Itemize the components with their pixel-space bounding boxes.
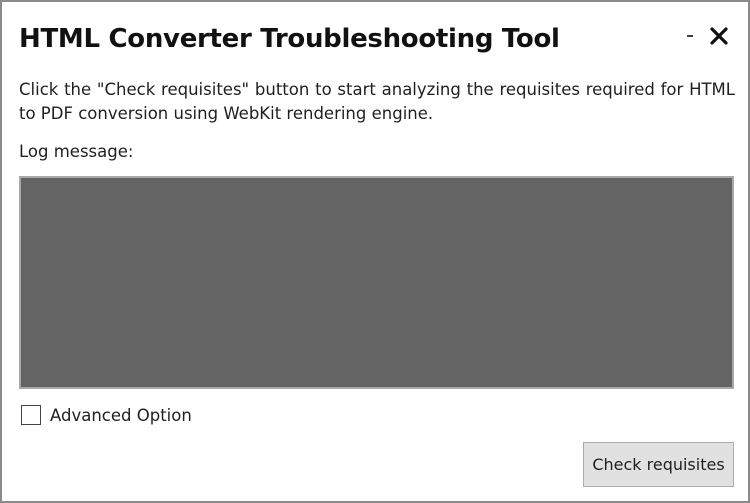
- description-text: Click the "Check requisites" button to s…: [19, 80, 735, 123]
- close-button[interactable]: [705, 22, 733, 50]
- log-message-label: Log message:: [19, 142, 134, 161]
- advanced-option-checkbox[interactable]: [21, 405, 41, 425]
- check-requisites-button[interactable]: Check requisites: [583, 442, 734, 487]
- minimize-button[interactable]: [676, 22, 704, 50]
- close-icon: [710, 27, 728, 45]
- log-message-area[interactable]: [19, 176, 734, 389]
- advanced-option-label: Advanced Option: [50, 405, 192, 425]
- minimize-icon: [687, 35, 693, 37]
- advanced-option[interactable]: Advanced Option: [21, 405, 192, 425]
- window-title: HTML Converter Troubleshooting Tool: [19, 24, 560, 54]
- dialog-window: HTML Converter Troubleshooting Tool Clic…: [0, 0, 750, 503]
